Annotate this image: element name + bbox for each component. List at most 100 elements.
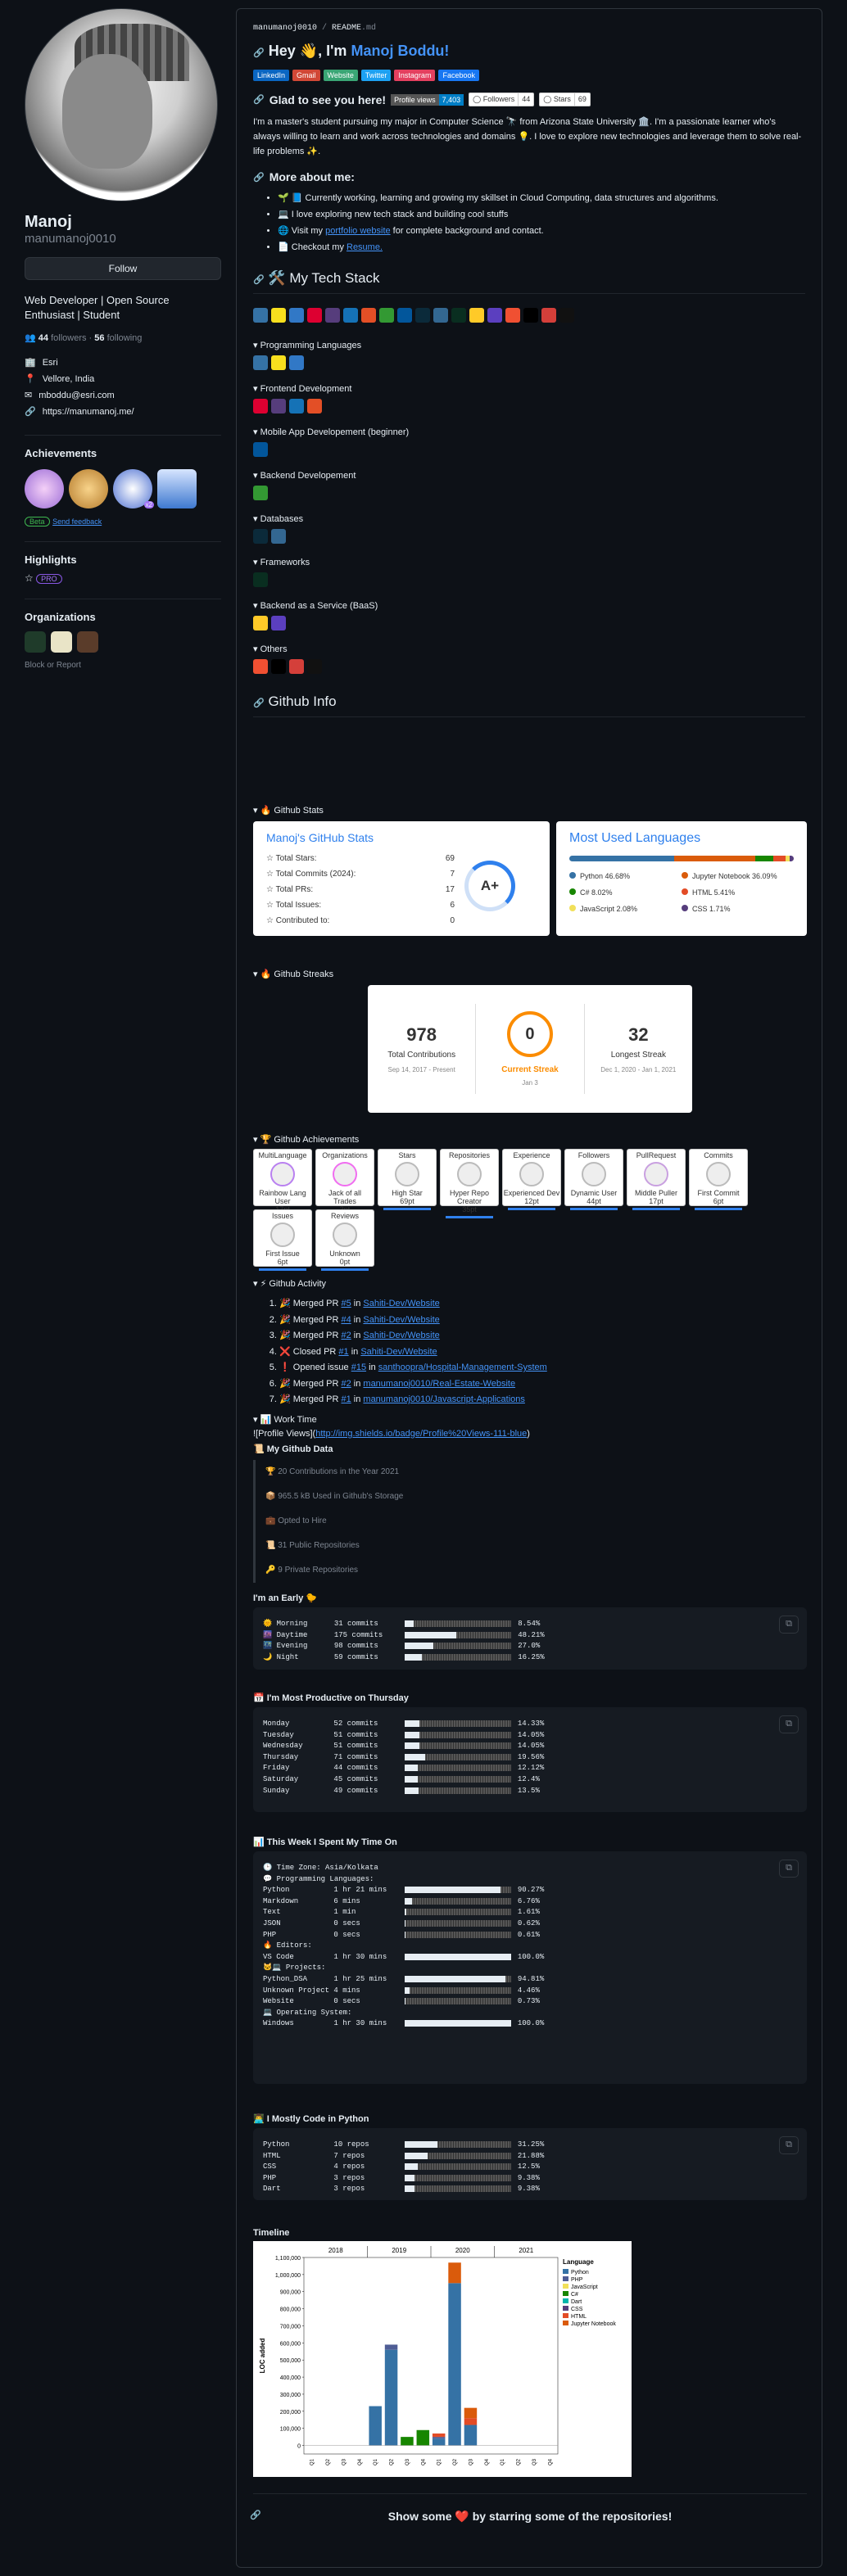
pull-shark-badge-icon[interactable]: x2 (113, 469, 154, 508)
anchor-link-icon[interactable]: 🔗 (253, 172, 265, 183)
social-badge[interactable]: Website (323, 70, 358, 81)
progress-fill (405, 1653, 423, 1661)
activity-repo-link[interactable]: Sahiti-Dev/Website (360, 1347, 437, 1357)
anchor-link-icon[interactable]: 🔗 (253, 48, 265, 58)
activity-ref-link[interactable]: #5 (341, 1299, 351, 1308)
trophy-card[interactable]: Issues First Issue 6pt (253, 1209, 312, 1271)
activity-ref-link[interactable]: #15 (351, 1363, 366, 1372)
copy-icon[interactable]: ⧉ (779, 1616, 799, 1634)
social-badge[interactable]: Facebook (438, 70, 479, 81)
activity-repo-link[interactable]: manumanoj0010/Javascript-Applications (363, 1394, 525, 1404)
progress-bar (404, 1998, 511, 2005)
followers-label[interactable]: followers (51, 333, 86, 343)
trophy-card[interactable]: MultiLanguageRainbow Lang User17pt (253, 1149, 312, 1218)
block-report-link[interactable]: Block or Report (25, 661, 221, 670)
achievements-summary[interactable]: ▾ 🏆 Github Achievements (253, 1134, 359, 1145)
activity-repo-link[interactable]: santhoopra/Hospital-Management-System (378, 1363, 547, 1372)
bar-segment (384, 2344, 398, 2350)
org-avatar[interactable] (77, 631, 98, 653)
achievements-heading[interactable]: Achievements (25, 435, 221, 459)
status-emoji-icon[interactable]: 🔒 (192, 161, 215, 184)
yolo-badge-icon[interactable] (25, 469, 64, 508)
following-count[interactable]: 56 (94, 333, 104, 343)
activity-ref-link[interactable]: #2 (341, 1379, 351, 1389)
trophy-card[interactable]: Repositories Hyper Repo Creator 35pt (440, 1149, 499, 1218)
copy-icon[interactable]: ⧉ (779, 2136, 799, 2154)
tech-group-summary[interactable]: ▾ Others (253, 644, 805, 654)
anchor-link-icon[interactable]: 🔗 (253, 275, 265, 285)
anchor-link-icon[interactable]: 🔗 (250, 2510, 261, 2520)
worktime-summary[interactable]: ▾ 📊 Work Time (253, 1414, 317, 1425)
trophy-card[interactable]: Reviews Unknown 0pt (315, 1209, 374, 1271)
trophy-card[interactable]: Experience Experienced Dev 12pt (502, 1149, 561, 1210)
stat-line: 🌆 Daytime 175 commits 48.21% (263, 1630, 797, 1642)
security-badge-icon[interactable] (157, 469, 197, 508)
trophy-rank: Rainbow Lang User (259, 1189, 306, 1205)
stars-badge[interactable]: ◯ Stars 69 (539, 93, 591, 106)
activity-item: 🎉 Merged PR #4 in Sahiti-Dev/Website (279, 1313, 804, 1329)
stat-line: Windows 1 hr 30 mins 100.0% (263, 2018, 797, 2030)
org-avatar[interactable] (25, 631, 46, 653)
activity-ref-link[interactable]: #1 (341, 1394, 351, 1404)
followers-badge[interactable]: ◯ Followers 44 (469, 93, 535, 106)
website-link[interactable]: https://manumanoj.me/ (43, 404, 134, 420)
activity-ref-link[interactable]: #4 (341, 1315, 351, 1325)
social-badge[interactable]: LinkedIn (253, 70, 290, 81)
activity-ref-link[interactable]: #1 (338, 1347, 348, 1357)
copy-icon[interactable]: ⧉ (779, 1715, 799, 1733)
trophy-card[interactable]: OrganizationsJack of all Trades3pt (315, 1149, 374, 1218)
avatar[interactable]: 🔒 (25, 8, 218, 201)
social-badge[interactable]: Twitter (360, 70, 392, 81)
tech-group-summary[interactable]: ▾ Backend as a Service (BaaS) (253, 600, 805, 611)
activity-repo-link[interactable]: Sahiti-Dev/Website (363, 1331, 439, 1340)
copy-icon[interactable]: ⧉ (779, 1860, 799, 1878)
worktime-link[interactable]: http://img.shields.io/badge/Profile%20Vi… (315, 1429, 527, 1439)
breadcrumb-ext: .md (361, 24, 377, 33)
activity-item: 🎉 Merged PR #1 in manumanoj0010/Javascri… (279, 1392, 804, 1408)
following-label[interactable]: following (107, 333, 143, 343)
resume-link[interactable]: Resume. (346, 242, 383, 252)
trophy-card[interactable]: PullRequest Middle Puller 17pt (627, 1149, 686, 1210)
followers-count[interactable]: 44 (38, 333, 48, 343)
anchor-link-icon[interactable]: 🔗 (253, 698, 265, 708)
progress-bar (404, 1720, 511, 1727)
streaks-summary[interactable]: ▾ 🔥 Github Streaks (253, 969, 333, 979)
profile-username: manumanoj0010 (25, 232, 116, 246)
profile-views-badge[interactable]: Profile views 7,403 (391, 93, 464, 106)
trophy-points: 69pt (400, 1197, 414, 1205)
trophy-card[interactable]: Stars High Star 69pt (378, 1149, 437, 1210)
org-avatar[interactable] (51, 631, 72, 653)
social-badge[interactable]: Gmail (292, 70, 320, 81)
trophy-card[interactable]: Followers Dynamic User 44pt (564, 1149, 623, 1210)
tech-group-summary[interactable]: ▾ Backend Developement (253, 470, 805, 481)
tech-icon (415, 308, 430, 323)
streak-total: 978 (406, 1024, 437, 1045)
follow-button[interactable]: Follow (25, 257, 221, 280)
social-badge[interactable]: Instagram (394, 70, 436, 81)
send-feedback-link[interactable]: Send feedback (52, 517, 102, 526)
activity-repo-link[interactable]: Sahiti-Dev/Website (363, 1299, 439, 1308)
tech-group-summary[interactable]: ▾ Frontend Development (253, 383, 805, 394)
email-link[interactable]: mboddu@esri.com (38, 387, 114, 404)
activity-summary[interactable]: ▾ ⚡ Github Activity (253, 1278, 326, 1289)
trophy-card[interactable]: Commits First Commit 6pt (689, 1149, 748, 1210)
stat-line-percent: 31.25% (517, 2140, 545, 2149)
activity-ref-link[interactable]: #2 (341, 1331, 351, 1340)
stat-line-label: Python (263, 2140, 334, 2149)
tech-group-summary[interactable]: ▾ Mobile App Developement (beginner) (253, 427, 805, 437)
trophy-points: 6pt (713, 1197, 724, 1205)
anchor-link-icon[interactable]: 🔗 (253, 94, 265, 105)
tech-group-summary[interactable]: ▾ Frameworks (253, 557, 805, 567)
portfolio-link[interactable]: portfolio website (325, 226, 391, 236)
breadcrumb-user[interactable]: manumanoj0010 (253, 24, 317, 33)
activity-repo-link[interactable]: Sahiti-Dev/Website (363, 1315, 439, 1325)
quickdraw-badge-icon[interactable] (69, 469, 108, 508)
tech-icon (253, 659, 268, 674)
tech-group-summary[interactable]: ▾ Programming Languages (253, 340, 805, 350)
activity-repo-link[interactable]: manumanoj0010/Real-Estate-Website (363, 1379, 515, 1389)
stat-line-label: Python_DSA (263, 1974, 334, 1983)
stats-summary[interactable]: ▾ 🔥 Github Stats (253, 805, 324, 816)
stat-line-value: 10 repos (333, 2140, 405, 2149)
tech-group-summary[interactable]: ▾ Databases (253, 513, 805, 524)
stat-line-percent: 8.54% (518, 1620, 541, 1628)
